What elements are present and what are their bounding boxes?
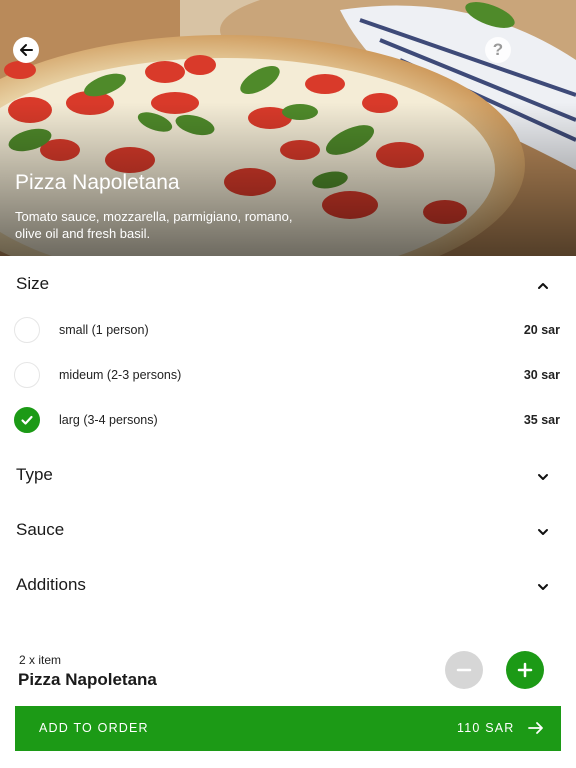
option-label: larg (3-4 persons) [59,413,158,427]
section-type-title: Type [16,465,53,484]
option-price: 35 sar [523,413,560,427]
chevron-down-icon[interactable] [535,524,551,540]
radio-button[interactable] [14,317,40,343]
chevron-down-icon[interactable] [535,579,551,595]
cart-item-name: Pizza Napoletana [18,670,157,689]
decrease-quantity-button[interactable] [445,651,483,689]
section-size-title: Size [16,274,50,293]
option-price: 30 sar [523,368,560,382]
size-option-small[interactable]: small (1 person) 20 sar [0,317,576,347]
increase-quantity-button[interactable] [506,651,544,689]
product-title: Pizza Napoletana [15,171,180,194]
hero-banner: ? Pizza Napoletana Tomato sauce, mozzare… [0,0,576,256]
help-button[interactable]: ? [485,37,511,63]
section-additions-title: Additions [16,575,86,594]
question-icon: ? [492,40,504,59]
arrow-left-icon [20,44,33,56]
section-type-header[interactable]: Type [0,465,576,495]
size-option-medium[interactable]: mideum (2-3 persons) 30 sar [0,362,576,392]
quantity-label: 2 x item [19,653,62,667]
option-label: mideum (2-3 persons) [59,368,182,382]
minus-icon [456,668,472,672]
option-label: small (1 person) [59,323,149,337]
arrow-right-icon [528,722,543,734]
size-option-large[interactable]: larg (3-4 persons) 35 sar [0,407,576,437]
add-to-order-label: ADD TO ORDER [39,721,149,735]
radio-button-selected[interactable] [14,407,40,433]
section-sauce-title: Sauce [16,520,65,539]
back-button[interactable] [13,37,39,63]
plus-icon [517,662,533,678]
chevron-up-icon[interactable] [535,278,551,294]
add-to-order-button[interactable]: ADD TO ORDER 110 SAR [15,706,561,751]
section-sauce-header[interactable]: Sauce [0,520,576,550]
section-size-header[interactable]: Size [0,274,576,304]
check-icon [21,415,33,425]
section-additions-header[interactable]: Additions [0,575,576,605]
option-price: 20 sar [523,323,560,337]
product-description: Tomato sauce, mozzarella, parmigiano, ro… [15,209,293,241]
chevron-down-icon[interactable] [535,469,551,485]
order-total: 110 SAR [457,721,515,735]
radio-button[interactable] [14,362,40,388]
